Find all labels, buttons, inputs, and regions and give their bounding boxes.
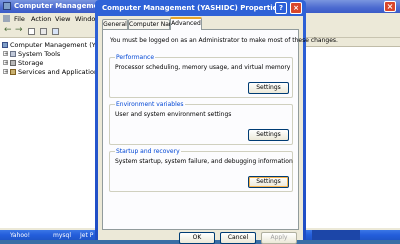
expand-icon[interactable]: +: [3, 60, 8, 66]
dialog-close-button[interactable]: ×: [290, 2, 302, 14]
group-environment-variables: Environment variables User and system en…: [109, 101, 293, 145]
performance-settings-button[interactable]: Settings: [248, 82, 289, 94]
cm-console-tree: Computer Management (YASHIDC) + System T…: [0, 38, 123, 228]
properties-dialog: Computer Management (YASHIDC) Properties…: [95, 0, 338, 244]
storage-icon: [10, 60, 16, 66]
tree-item-services-and-applications[interactable]: + Services and Applications: [0, 68, 101, 76]
tree-item-label: System Tools: [18, 50, 61, 58]
group-description: User and system environment settings: [115, 111, 232, 118]
system-tools-icon: [10, 51, 16, 57]
tree-item-system-tools[interactable]: + System Tools: [0, 50, 96, 58]
show-hide-tree-icon[interactable]: [28, 28, 35, 35]
cm-close-button[interactable]: ×: [384, 1, 396, 12]
forward-arrow-icon[interactable]: →: [15, 26, 23, 35]
system-menu-icon[interactable]: [3, 15, 10, 22]
list-view-icon[interactable]: [40, 28, 47, 35]
cancel-button[interactable]: Cancel: [220, 232, 256, 244]
cm-details-pane: [305, 38, 400, 228]
dialog-body: General Computer Name Advanced You must …: [98, 16, 338, 244]
group-title: Startup and recovery: [115, 148, 181, 155]
menu-view[interactable]: View: [55, 15, 70, 23]
apply-button[interactable]: Apply: [261, 232, 297, 244]
export-list-icon[interactable]: [52, 28, 59, 35]
taskbar-item-yahoo[interactable]: Yahoo!: [10, 231, 30, 240]
menu-action[interactable]: Action: [31, 15, 51, 23]
advanced-tab-panel: You must be logged on as an Administrato…: [102, 29, 338, 230]
group-performance: Performance Processor scheduling, memory…: [109, 54, 293, 98]
group-description: System startup, system failure, and debu…: [115, 158, 293, 165]
group-startup-and-recovery: Startup and recovery System startup, sys…: [109, 148, 293, 192]
taskbar-item-mysql[interactable]: mysql: [53, 231, 71, 240]
menu-file[interactable]: File: [14, 15, 25, 23]
group-title: Performance: [115, 54, 156, 61]
cm-window-title: Computer Management: [14, 2, 107, 10]
tree-item-root[interactable]: Computer Management (YASHIDC): [0, 41, 123, 49]
group-description: Processor scheduling, memory usage, and …: [115, 64, 291, 71]
startup-settings-button[interactable]: Settings: [248, 176, 289, 188]
dialog-title-bar[interactable]: Computer Management (YASHIDC) Properties…: [95, 0, 306, 16]
taskbar-item-active[interactable]: [312, 230, 360, 240]
computer-management-icon: [3, 2, 11, 10]
back-arrow-icon[interactable]: ←: [4, 26, 12, 35]
ok-button[interactable]: OK: [179, 232, 215, 244]
computer-management-icon: [2, 42, 8, 48]
expand-icon[interactable]: +: [3, 69, 8, 75]
taskbar-item-jet[interactable]: Jet P: [80, 231, 93, 240]
help-button[interactable]: ?: [275, 2, 287, 14]
tree-item-label: Services and Applications: [18, 68, 102, 76]
tab-advanced[interactable]: Advanced: [170, 17, 202, 30]
expand-icon[interactable]: +: [3, 51, 8, 57]
admin-note: You must be logged on as an Administrato…: [110, 37, 338, 44]
dialog-title: Computer Management (YASHIDC) Properties: [102, 4, 282, 12]
environment-settings-button[interactable]: Settings: [248, 129, 289, 141]
services-icon: [10, 69, 16, 75]
tree-item-storage[interactable]: + Storage: [0, 59, 96, 67]
tree-item-label: Storage: [18, 59, 44, 67]
group-title: Environment variables: [115, 101, 185, 108]
